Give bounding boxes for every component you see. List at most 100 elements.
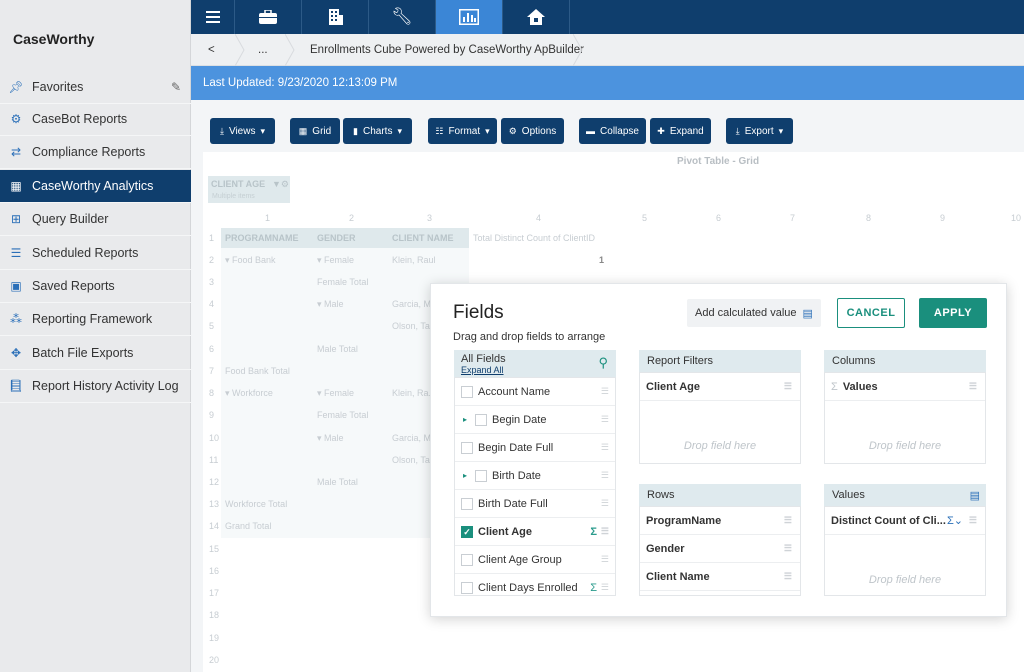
- field-client-age[interactable]: ✓ Client Age Σ ☰: [455, 518, 615, 546]
- sidebar-item-query-builder[interactable]: ⊞ Query Builder: [0, 203, 191, 236]
- drop-placeholder: Drop field here: [868, 440, 942, 452]
- expand-arrow-icon[interactable]: ▸: [463, 471, 467, 480]
- header-programname[interactable]: PROGRAMNAME: [225, 233, 299, 243]
- drag-handle-icon[interactable]: ☰: [601, 498, 609, 509]
- format-button[interactable]: ☷ Format ▾: [428, 118, 497, 144]
- chevron-down-icon: ▾: [260, 125, 265, 136]
- sidebar-item-scheduled-reports[interactable]: ☰ Scheduled Reports: [0, 237, 191, 270]
- expand-arrow-icon[interactable]: ▸: [463, 415, 467, 424]
- chevron-down-icon: ▾: [485, 125, 490, 136]
- sidebar-item-report-history[interactable]: 📘︎ Report History Activity Log: [0, 370, 191, 403]
- drag-handle-icon[interactable]: ☰: [601, 470, 609, 481]
- drag-handle-icon[interactable]: ☰: [601, 582, 609, 593]
- save-icon: ▣: [10, 279, 22, 293]
- columns-header: Columns: [824, 350, 986, 372]
- row-number: 18: [209, 610, 220, 620]
- drag-handle-icon[interactable]: ☰: [784, 515, 792, 526]
- charts-button[interactable]: ▮ Charts ▾: [343, 118, 412, 144]
- drag-handle-icon[interactable]: ☰: [601, 554, 609, 565]
- breadcrumb-ellipsis[interactable]: ...: [258, 34, 268, 66]
- checkbox[interactable]: [461, 441, 473, 454]
- add-calculated-value-button[interactable]: Add calculated value ▤: [687, 299, 821, 327]
- drag-handle-icon[interactable]: ☰: [969, 515, 977, 526]
- filter-item-client-age[interactable]: Client Age ☰: [640, 373, 800, 401]
- columns-zone[interactable]: Σ Values ☰ Drop field here: [824, 372, 986, 464]
- dialog-subtitle: Drag and drop fields to arrange: [453, 331, 606, 343]
- row-item-client-name[interactable]: Client Name ☰: [640, 563, 800, 591]
- cell-gender: ▾ Male: [317, 299, 344, 309]
- options-button[interactable]: ⚙ Options: [501, 118, 564, 144]
- search-icon[interactable]: ⚲: [598, 355, 608, 371]
- row-number: 8: [209, 388, 215, 398]
- row-item-programname[interactable]: ProgramName ☰: [640, 507, 800, 535]
- grid-button[interactable]: ▦ Grid: [290, 118, 340, 144]
- calculator-icon[interactable]: ▤: [970, 489, 980, 502]
- briefcase-icon[interactable]: [235, 0, 302, 34]
- checkbox[interactable]: [461, 385, 473, 398]
- checkbox[interactable]: [461, 581, 473, 594]
- sidebar-item-caseworthy-analytics[interactable]: ▦ CaseWorthy Analytics: [0, 170, 191, 203]
- checkbox-checked[interactable]: ✓: [461, 525, 473, 538]
- drag-handle-icon[interactable]: ☰: [601, 526, 609, 537]
- column-item-values[interactable]: Σ Values ☰: [825, 373, 985, 401]
- field-client-days-enrolled[interactable]: Client Days Enrolled Σ ☰: [455, 574, 615, 595]
- wrench-icon[interactable]: 🔧︎: [369, 0, 436, 34]
- drag-handle-icon[interactable]: ☰: [784, 571, 792, 582]
- values-zone[interactable]: Distinct Count of Cli... Σ⌄ ☰ Drop field h…: [824, 506, 986, 596]
- filter-chip[interactable]: CLIENT AGE ▼⚙ Multiple items: [208, 176, 290, 203]
- drag-handle-icon[interactable]: ☰: [601, 442, 609, 453]
- value-item-distinct-count[interactable]: Distinct Count of Cli... Σ⌄ ☰: [825, 507, 985, 535]
- apply-button[interactable]: APPLY: [919, 298, 987, 328]
- sidebar-item-label: Saved Reports: [32, 279, 115, 293]
- values-header: Values ▤: [824, 484, 986, 506]
- cancel-button[interactable]: CANCEL: [837, 298, 905, 328]
- drag-handle-icon[interactable]: ☰: [784, 543, 792, 554]
- drag-handle-icon[interactable]: ☰: [601, 414, 609, 425]
- report-filters-zone[interactable]: Client Age ☰ Drop field here: [639, 372, 801, 464]
- col-number: 5: [642, 213, 648, 223]
- menu-icon[interactable]: [191, 0, 235, 34]
- sidebar-item-favorites[interactable]: 📌︎ Favorites ✎: [0, 71, 191, 104]
- sigma-icon[interactable]: Σ⌄: [947, 514, 963, 527]
- field-birth-date[interactable]: ▸ Birth Date ☰: [455, 462, 615, 490]
- home-icon[interactable]: [503, 0, 570, 34]
- col-number: 9: [940, 213, 946, 223]
- rows-zone[interactable]: ProgramName ☰ Gender ☰ Client Name ☰: [639, 506, 801, 596]
- drag-handle-icon[interactable]: ☰: [969, 381, 977, 392]
- views-button[interactable]: ⤓ Views ▾: [210, 118, 275, 144]
- pencil-icon[interactable]: ✎: [171, 80, 181, 94]
- sidebar-item-casebot-reports[interactable]: ⚙ CaseBot Reports: [0, 103, 191, 136]
- checkbox[interactable]: [461, 497, 473, 510]
- sidebar-item-label: CaseBot Reports: [32, 112, 128, 126]
- fields-dialog: Fields Drag and drop fields to arrange A…: [430, 283, 1007, 617]
- row-item-gender[interactable]: Gender ☰: [640, 535, 800, 563]
- sidebar-item-compliance-reports[interactable]: ⇄ Compliance Reports: [0, 136, 191, 169]
- sidebar-item-label: Scheduled Reports: [32, 246, 139, 260]
- header-client-name[interactable]: CLIENT NAME: [392, 233, 454, 243]
- building-icon[interactable]: [302, 0, 369, 34]
- field-begin-date-full[interactable]: Begin Date Full ☰: [455, 434, 615, 462]
- sidebar-item-reporting-framework[interactable]: ⁂ Reporting Framework: [0, 303, 191, 336]
- header-total-count: Total Distinct Count of ClientID: [473, 233, 596, 243]
- export-button[interactable]: ⤓ Export ▾: [726, 118, 793, 144]
- analytics-icon[interactable]: [436, 0, 503, 34]
- header-gender[interactable]: GENDER: [317, 233, 356, 243]
- collapse-button[interactable]: ▬ Collapse: [579, 118, 646, 144]
- field-account-name[interactable]: Account Name ☰: [455, 378, 615, 406]
- back-button[interactable]: <: [208, 34, 215, 66]
- sigma-icon: Σ: [590, 525, 597, 538]
- expand-all-link[interactable]: Expand All: [461, 365, 504, 375]
- sidebar-item-batch-file-exports[interactable]: ✥ Batch File Exports: [0, 337, 191, 370]
- drag-handle-icon[interactable]: ☰: [784, 381, 792, 392]
- checkbox[interactable]: [461, 553, 473, 566]
- checkbox[interactable]: [475, 413, 488, 426]
- expand-button[interactable]: ✚ Expand: [650, 118, 711, 144]
- checkbox[interactable]: [475, 469, 488, 482]
- filter-icon[interactable]: ▼⚙: [272, 179, 289, 190]
- field-birth-date-full[interactable]: Birth Date Full ☰: [455, 490, 615, 518]
- cell-gender: Female Total: [317, 277, 369, 287]
- field-begin-date[interactable]: ▸ Begin Date ☰: [455, 406, 615, 434]
- sidebar-item-saved-reports[interactable]: ▣ Saved Reports: [0, 270, 191, 303]
- field-client-age-group[interactable]: Client Age Group ☰: [455, 546, 615, 574]
- drag-handle-icon[interactable]: ☰: [601, 386, 609, 397]
